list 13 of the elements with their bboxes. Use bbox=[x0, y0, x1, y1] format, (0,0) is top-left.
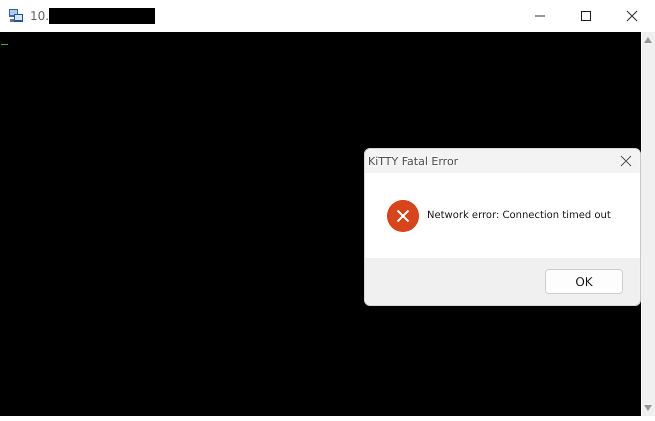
scroll-up-icon[interactable] bbox=[644, 37, 652, 43]
cursor-mark bbox=[1, 44, 8, 45]
scroll-down-icon[interactable] bbox=[644, 405, 652, 411]
scrollbar[interactable] bbox=[641, 32, 655, 416]
close-icon bbox=[626, 10, 638, 22]
error-icon bbox=[387, 200, 419, 232]
maximize-icon bbox=[580, 10, 592, 22]
error-message: Network error: Connection timed out bbox=[427, 210, 611, 221]
terminal-app-icon bbox=[8, 8, 24, 24]
close-icon bbox=[620, 155, 632, 167]
window-title: 10. bbox=[30, 9, 50, 23]
ok-button[interactable]: OK bbox=[545, 269, 623, 294]
dialog-title: KiTTY Fatal Error bbox=[368, 154, 458, 168]
